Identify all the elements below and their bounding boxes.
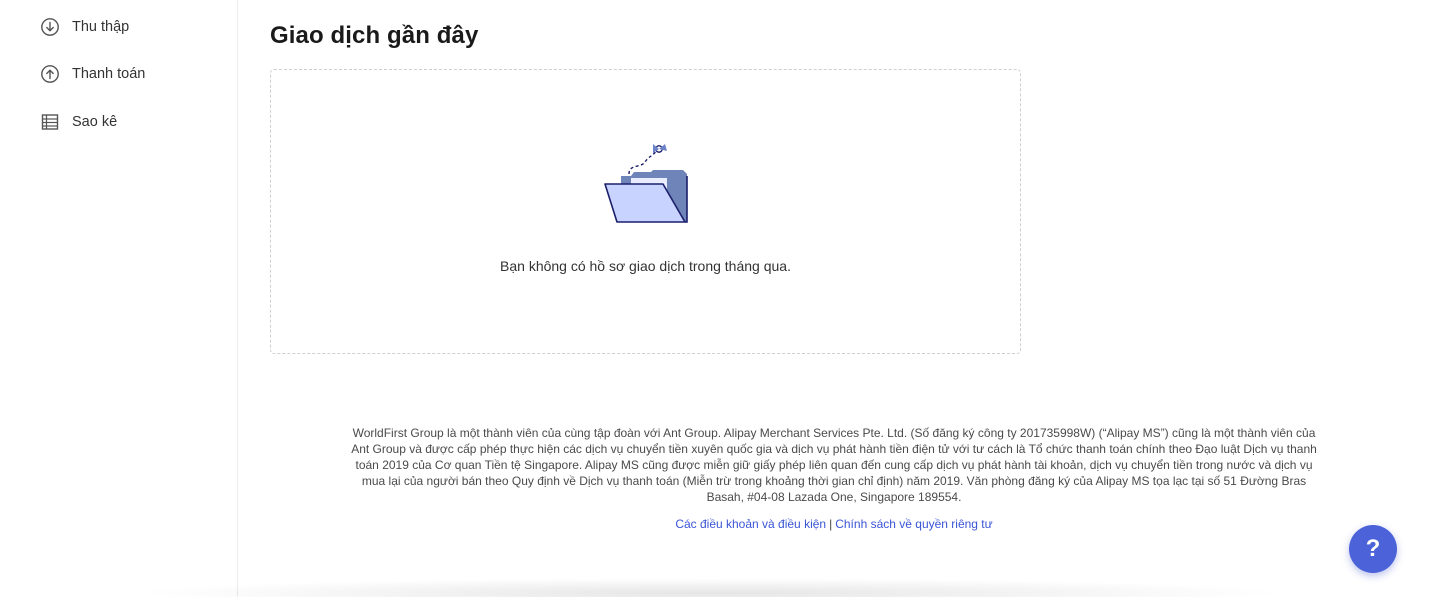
sidebar-item-statements[interactable]: Sao kê [40, 110, 117, 134]
link-separator: | [829, 517, 833, 531]
empty-folder-icon [601, 138, 691, 228]
sidebar-item-label: Sao kê [72, 114, 118, 130]
sidebar-item-label: Thanh toán [72, 66, 146, 82]
privacy-link[interactable]: Chính sách về quyền riêng tư [835, 517, 992, 531]
help-button[interactable]: ? [1349, 525, 1397, 573]
app-window: Thu thập Thanh toán Sao kê Giao dịch gần… [0, 0, 1429, 597]
table-icon [40, 112, 60, 132]
terms-link[interactable]: Các điều khoản và điều kiện [675, 517, 826, 531]
legal-disclaimer: WorldFirst Group là một thành viên của c… [351, 426, 1317, 504]
arrow-down-circle-icon [40, 17, 60, 37]
sidebar-item-label: Thu thập [72, 19, 130, 35]
empty-state-message: Bạn không có hồ sơ giao dịch trong tháng… [500, 258, 791, 274]
empty-state-card: Bạn không có hồ sơ giao dịch trong tháng… [270, 69, 1021, 354]
page-title: Giao dịch gần đây [270, 22, 479, 49]
arrow-up-circle-icon [40, 64, 60, 84]
sidebar-item-collect[interactable]: Thu thập [40, 15, 129, 39]
footer-links: Các điều khoản và điều kiện | Chính sách v… [349, 517, 1319, 531]
main-content: Giao dịch gần đây Bạn không có hồ sơ gia… [239, 0, 1429, 597]
sidebar-item-payment[interactable]: Thanh toán [40, 62, 145, 86]
sidebar: Thu thập Thanh toán Sao kê [0, 0, 238, 597]
